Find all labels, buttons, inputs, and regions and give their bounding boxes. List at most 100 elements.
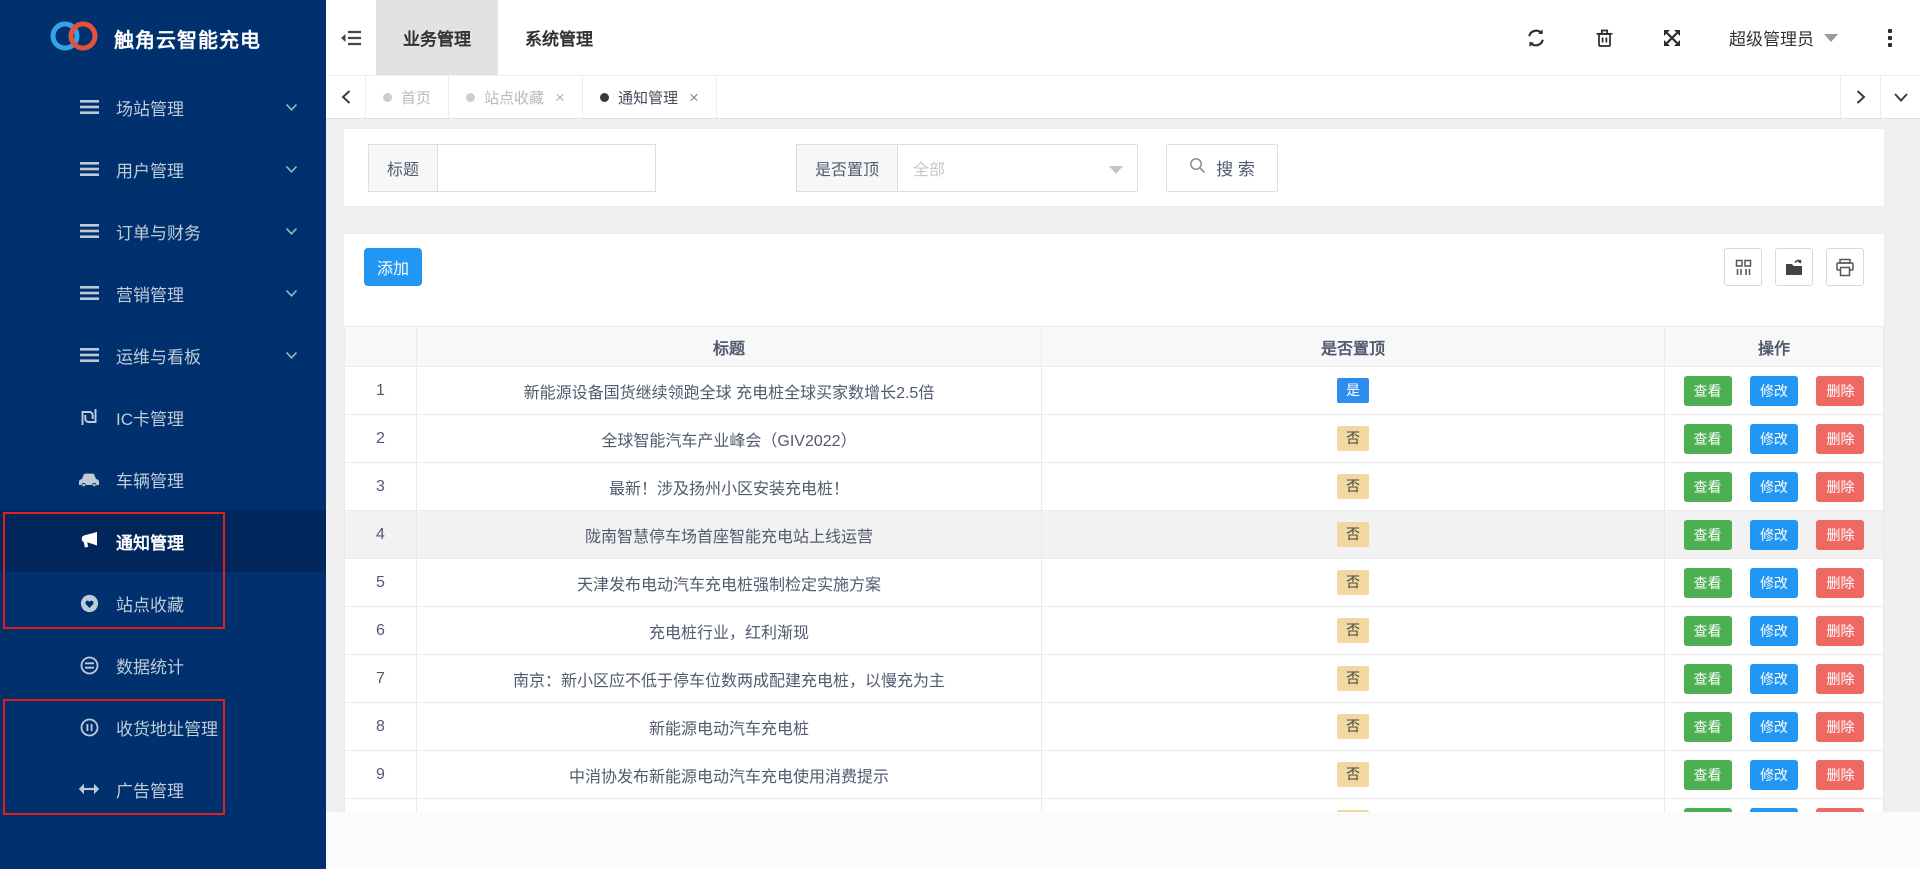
sidebar-item-label: 订单与财务 xyxy=(116,223,201,243)
sidebar-item-shipping-address[interactable]: 收货地址管理 xyxy=(0,696,326,758)
sidebar-item-label: 通知管理 xyxy=(116,533,184,553)
fullscreen-icon[interactable] xyxy=(1661,27,1683,49)
chevron-down-icon xyxy=(285,351,298,360)
edit-button[interactable]: 修改 xyxy=(1750,471,1798,502)
search-button[interactable]: 搜 索 xyxy=(1166,143,1279,192)
data-stats-icon xyxy=(78,655,100,675)
sidebar-item-label: 营销管理 xyxy=(116,285,184,305)
tab-dot xyxy=(466,92,476,102)
sidebar-item-orders-finance[interactable]: 订单与财务 xyxy=(0,200,326,262)
chevron-down-icon xyxy=(1109,165,1124,174)
sidebar-item-notice-management[interactable]: 通知管理 xyxy=(0,510,326,572)
edit-button[interactable]: 修改 xyxy=(1750,519,1798,550)
sidebar-fold-icon[interactable] xyxy=(326,0,376,75)
sidebar-item-data-statistics[interactable]: 数据统计 xyxy=(0,634,326,696)
view-button[interactable]: 查看 xyxy=(1683,663,1732,694)
pinned-badge: 否 xyxy=(1337,474,1369,499)
sidebar-item-vehicle-management[interactable]: 车辆管理 xyxy=(0,448,326,510)
pause-circle-icon xyxy=(78,717,100,737)
menu-bars-icon xyxy=(78,159,100,179)
tab-dot xyxy=(383,92,392,102)
edit-button[interactable]: 修改 xyxy=(1750,375,1798,406)
row-index: 3 xyxy=(344,462,417,511)
print-icon[interactable] xyxy=(1826,248,1864,286)
refresh-icon[interactable] xyxy=(1525,27,1547,49)
nav-tab-label: 业务管理 xyxy=(403,30,471,49)
megaphone-icon xyxy=(78,531,100,551)
chevron-down-icon xyxy=(285,103,298,112)
notice-title: 新能源电动汽车充电桩 xyxy=(416,702,1042,751)
tabs-menu-chevron-icon[interactable] xyxy=(1880,76,1920,118)
page-tab-notice-management[interactable]: 通知管理 × xyxy=(583,76,717,118)
view-button[interactable]: 查看 xyxy=(1683,711,1732,742)
view-button[interactable]: 查看 xyxy=(1683,519,1732,550)
sidebar-item-ops-dashboard[interactable]: 运维与看板 xyxy=(0,324,326,386)
view-button[interactable]: 查看 xyxy=(1683,615,1732,646)
delete-button[interactable]: 删除 xyxy=(1816,471,1865,502)
app-window: 触角云智能充电 场站管理 用户管理 订单与财务 营销管理 运维与看板 IC卡管理… xyxy=(0,0,1920,869)
edit-button[interactable]: 修改 xyxy=(1750,663,1798,694)
trash-icon[interactable] xyxy=(1593,27,1615,49)
table-row: 10 南宁市新能源汽车保有量突破10万辆 否 查看 修改 删除 xyxy=(344,798,1884,812)
add-button[interactable]: 添加 xyxy=(364,248,422,286)
tabs-scroll-left-icon[interactable] xyxy=(326,76,366,118)
chevron-down-icon xyxy=(285,165,298,174)
title-field-label: 标题 xyxy=(368,143,439,192)
top-header: 业务管理 系统管理 超级管理员 xyxy=(326,0,1920,75)
delete-button[interactable]: 删除 xyxy=(1816,711,1865,742)
table-row: 4 陇南智慧停车场首座智能充电站上线运营 否 查看 修改 删除 xyxy=(344,510,1884,559)
header-actions: 超级管理员 xyxy=(1525,0,1920,75)
pinned-badge: 否 xyxy=(1337,426,1369,451)
view-button[interactable]: 查看 xyxy=(1683,567,1732,598)
pin-field-group: 是否置顶 全部 xyxy=(796,143,1139,192)
delete-button[interactable]: 删除 xyxy=(1816,759,1865,790)
chevron-down-icon xyxy=(285,289,298,298)
sidebar-item-label: 广告管理 xyxy=(116,781,184,801)
view-button[interactable]: 查看 xyxy=(1683,423,1732,454)
edit-button[interactable]: 修改 xyxy=(1750,615,1798,646)
title-input[interactable] xyxy=(438,143,657,192)
delete-button[interactable]: 删除 xyxy=(1816,567,1865,598)
pin-field-label: 是否置顶 xyxy=(796,143,899,192)
row-index: 5 xyxy=(344,558,417,607)
delete-button[interactable]: 删除 xyxy=(1816,519,1865,550)
column-settings-icon[interactable] xyxy=(1724,248,1762,286)
pin-select[interactable]: 全部 xyxy=(898,143,1139,192)
close-icon[interactable]: × xyxy=(689,89,699,106)
menu-bars-icon xyxy=(78,345,100,365)
delete-button[interactable]: 删除 xyxy=(1816,615,1865,646)
tabs-scroll-right-icon[interactable] xyxy=(1840,76,1880,118)
view-button[interactable]: 查看 xyxy=(1683,759,1732,790)
user-menu[interactable]: 超级管理员 xyxy=(1729,25,1838,50)
sidebar-item-user-management[interactable]: 用户管理 xyxy=(0,138,326,200)
sidebar-item-marketing[interactable]: 营销管理 xyxy=(0,262,326,324)
sidebar-item-station-management[interactable]: 场站管理 xyxy=(0,76,326,138)
export-icon[interactable] xyxy=(1775,248,1813,286)
nav-tab-business[interactable]: 业务管理 xyxy=(376,0,498,75)
close-icon[interactable]: × xyxy=(555,89,565,106)
kebab-menu-icon[interactable] xyxy=(1884,25,1896,51)
nav-tab-system[interactable]: 系统管理 xyxy=(498,0,620,75)
delete-button[interactable]: 删除 xyxy=(1816,423,1865,454)
heart-circle-icon xyxy=(78,593,100,613)
delete-button[interactable]: 删除 xyxy=(1816,375,1865,406)
edit-button[interactable]: 修改 xyxy=(1750,711,1798,742)
user-name: 超级管理员 xyxy=(1729,30,1814,49)
sidebar-item-ad-management[interactable]: 广告管理 xyxy=(0,758,326,820)
view-button[interactable]: 查看 xyxy=(1683,375,1732,406)
sidebar-item-label: 站点收藏 xyxy=(116,595,184,615)
col-header-actions: 操作 xyxy=(1664,326,1884,367)
page-tab-home[interactable]: 首页 xyxy=(366,76,450,118)
search-panel: 标题 是否置顶 全部 搜 索 xyxy=(343,128,1885,207)
edit-button[interactable]: 修改 xyxy=(1750,759,1798,790)
table-row: 7 南京：新小区应不低于停车位数两成配建充电桩，以慢充为主 否 查看 修改 删除 xyxy=(344,654,1884,703)
sidebar-item-site-favorites[interactable]: 站点收藏 xyxy=(0,572,326,634)
edit-button[interactable]: 修改 xyxy=(1750,423,1798,454)
pinned-badge: 否 xyxy=(1337,666,1369,691)
pinned-badge: 否 xyxy=(1337,522,1369,547)
edit-button[interactable]: 修改 xyxy=(1750,567,1798,598)
delete-button[interactable]: 删除 xyxy=(1816,663,1865,694)
page-tab-site-favorites[interactable]: 站点收藏 × xyxy=(449,76,583,118)
sidebar-item-ic-card[interactable]: IC卡管理 xyxy=(0,386,326,448)
view-button[interactable]: 查看 xyxy=(1683,471,1732,502)
